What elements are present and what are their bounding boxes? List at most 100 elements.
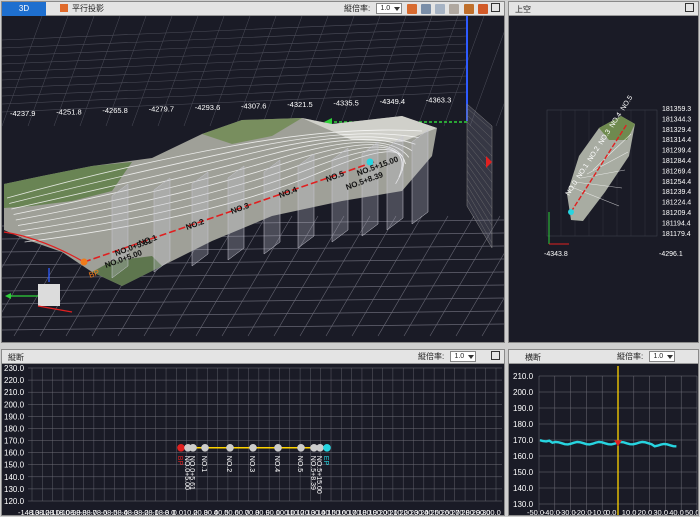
longitudinal-chart[interactable]: 230.0 220.0 210.0 200.0 190.0 180.0 170.0 160.0… <box>2 364 505 516</box>
station-point[interactable] <box>316 444 324 452</box>
y-tick-label: 181239.4 <box>662 189 691 196</box>
tab-parallel-label: 平行投影 <box>72 4 104 13</box>
view-iso-icon[interactable] <box>463 4 474 14</box>
panel-longitudinal-header: 縦断 縦倍率: 1.0 <box>2 350 504 364</box>
section-plane <box>153 177 171 273</box>
grid-line <box>2 35 468 57</box>
grid-line <box>2 43 468 65</box>
section-plane <box>331 147 349 243</box>
y-tick-label: 200.0 <box>513 388 534 397</box>
ground-line <box>539 439 677 448</box>
x-tick-label: -4363.3 <box>426 96 451 105</box>
gizmo-x-axis <box>37 305 73 313</box>
station-point[interactable] <box>249 444 257 452</box>
panel-top-header: 上空 <box>509 2 698 16</box>
tab-3d[interactable]: 3D <box>2 2 46 16</box>
grid-line <box>2 75 468 97</box>
station-point[interactable] <box>226 444 234 452</box>
cross-section-chart[interactable]: 210.0 200.0 190.0 180.0 170.0 160.0 150.0 140.0… <box>509 364 699 516</box>
panel-longitudinal: 縦断 縦倍率: 1.0 230.0 220.0 210.0 200.0 190.0 180… <box>1 349 505 516</box>
gizmo-cube <box>38 284 60 306</box>
maximize-icon[interactable] <box>491 351 500 360</box>
grid-line <box>313 16 355 127</box>
grid-line <box>2 297 504 305</box>
tab-parallel[interactable]: 平行投影 <box>54 2 110 16</box>
view-top-icon[interactable] <box>449 4 460 14</box>
y-tick-label: 181329.4 <box>662 127 691 134</box>
y-tick-label: 160.0 <box>4 449 25 458</box>
y-tick-label: 220.0 <box>4 376 25 385</box>
panel-cross: 横断 縦倍率: 1.0 210.0 200.0 190.0 180.0 170.0 160… <box>508 349 699 516</box>
station-point[interactable] <box>201 444 209 452</box>
parallel-projection-icon <box>60 4 68 12</box>
x-tick-label: -4349.4 <box>380 97 405 106</box>
grid-line <box>2 19 468 41</box>
zoom-select[interactable]: 1.0 <box>376 3 403 14</box>
x-tick-label: -4265.8 <box>102 106 127 115</box>
x-tick-label: -4335.5 <box>333 99 358 108</box>
grid-line <box>2 284 504 292</box>
y-tick-label: 120.0 <box>4 497 25 506</box>
y-tick-label: 180.0 <box>513 420 534 429</box>
grid-line <box>469 31 504 127</box>
x-tick-label: -50.0 <box>527 508 544 516</box>
section-plane <box>386 135 404 231</box>
view-front-icon[interactable] <box>420 4 431 14</box>
chevron-down-icon <box>394 7 401 11</box>
x-tick-label: 30.0 <box>653 508 668 516</box>
x-tick-label: -40.0 <box>543 508 560 516</box>
station-label: NO.1 <box>200 456 207 472</box>
grid-line <box>2 271 504 279</box>
gizmo-arrow-icon <box>5 293 11 299</box>
y-tick-label: 190.0 <box>4 412 25 421</box>
view-top-canvas[interactable]: 181359.3 181344.3 181329.4 181314.4 181299.4… <box>509 16 699 343</box>
y-tick-label: 181299.4 <box>662 148 691 155</box>
x-tick-label: -4237.9 <box>10 109 35 118</box>
screenshot-icon[interactable] <box>477 4 488 14</box>
x-tick-label: -4279.7 <box>149 105 174 114</box>
y-tick-label: 210.0 <box>4 388 25 397</box>
station-label: NO.0+5.61 <box>188 456 195 490</box>
x-tick-label: -4251.8 <box>56 108 81 117</box>
x-tick-label: 10.0 <box>622 508 637 516</box>
section-plane <box>297 153 315 249</box>
home-icon[interactable] <box>406 4 417 14</box>
station-point[interactable] <box>274 444 282 452</box>
zoom-value: 1.0 <box>380 5 391 12</box>
maximize-icon[interactable] <box>685 3 694 12</box>
view-side-icon[interactable] <box>435 4 446 14</box>
panel-3d-header: 3D 平行投影 縦倍率: 1.0 <box>2 2 504 16</box>
maximize-icon[interactable] <box>491 3 500 12</box>
station-label: BP <box>176 456 183 466</box>
zoom-label: 縦倍率: <box>418 352 445 361</box>
y-tick-label: 181209.4 <box>662 210 691 217</box>
station-point[interactable] <box>177 444 185 452</box>
y-tick-label: 140.0 <box>4 473 25 482</box>
zoom-control-3d: 縦倍率: 1.0 <box>344 3 488 15</box>
zoom-value: 1.0 <box>454 353 465 360</box>
zoom-select[interactable]: 1.0 <box>450 351 477 362</box>
station-point[interactable] <box>189 444 197 452</box>
station-label: NO.5 <box>620 94 635 112</box>
station-point[interactable] <box>297 444 305 452</box>
station-point[interactable] <box>323 444 331 452</box>
x-tick-label: -4343.8 <box>544 251 568 258</box>
y-tick-label: 181359.3 <box>662 106 691 113</box>
station-label: EP <box>322 456 329 466</box>
grid-line <box>261 16 303 127</box>
bp-marker-icon[interactable] <box>80 258 88 266</box>
y-tick-label: 181224.4 <box>662 200 691 207</box>
grid-line <box>495 103 504 127</box>
section-plane <box>411 129 429 225</box>
ep-marker-icon[interactable] <box>568 209 574 215</box>
y-tick-label: 150.0 <box>513 468 534 477</box>
zoom-select[interactable]: 1.0 <box>649 351 676 362</box>
station-label: NO.5+8.39 <box>309 456 316 490</box>
y-tick-label: 150.0 <box>4 461 25 470</box>
y-tick-label: 210.0 <box>513 372 534 381</box>
y-tick-label: 181269.4 <box>662 168 691 175</box>
zoom-value: 1.0 <box>653 353 664 360</box>
view-3d-canvas[interactable]: -4237.9 -4251.8 -4265.8 -4279.7 -4293.6 -4307… <box>2 16 505 343</box>
x-tick-label: 0.0 <box>173 508 183 516</box>
x-tick-label: 20.0 <box>638 508 653 516</box>
